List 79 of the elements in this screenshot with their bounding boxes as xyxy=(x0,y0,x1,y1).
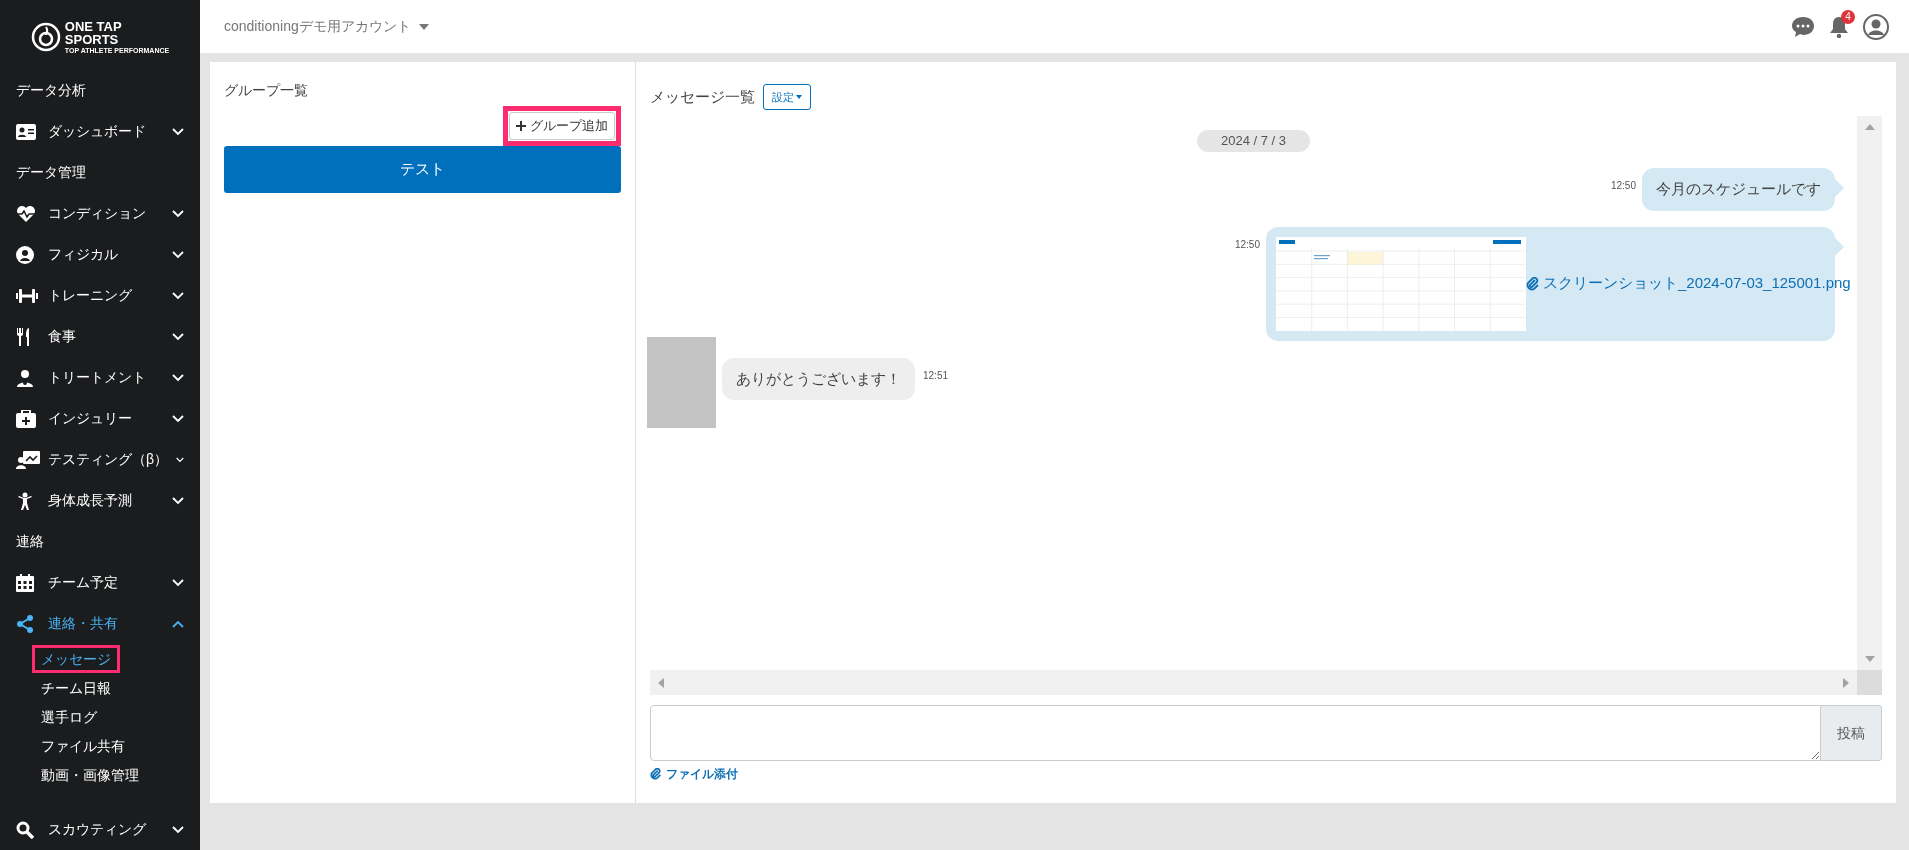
utensils-icon xyxy=(16,327,32,346)
message-time: 12:50 xyxy=(1234,237,1260,252)
arrow-down-icon[interactable] xyxy=(1864,656,1875,662)
sidebar-item[interactable]: テスティング（β） xyxy=(0,439,200,480)
post-button[interactable]: 投稿 xyxy=(1821,705,1882,761)
message-bubble: ありがとうございます！ xyxy=(722,357,915,400)
horizontal-scrollbar[interactable] xyxy=(650,670,1857,695)
message-time: 12:50 xyxy=(1610,179,1636,193)
share-icon xyxy=(16,614,34,633)
sidebar-item[interactable]: スカウティング xyxy=(0,809,200,850)
attachment-link[interactable]: スクリーンショット_2024-07-03_125001.png xyxy=(1526,272,1851,295)
sidebar-item[interactable]: トリートメント xyxy=(0,357,200,398)
chevron-down-icon xyxy=(172,578,184,587)
sidebar-item[interactable]: 連絡・共有 xyxy=(0,603,200,644)
logo-text: ONE TAP xyxy=(64,19,123,33)
chevron-down-icon xyxy=(172,127,184,136)
sidebar-item[interactable]: ダッシュボード xyxy=(0,111,200,152)
paperclip-icon xyxy=(650,768,662,780)
add-group-button[interactable]: グループ追加 xyxy=(509,112,615,140)
message-input[interactable] xyxy=(650,705,1821,761)
section-heading: データ分析 xyxy=(15,81,87,100)
submenu-item[interactable]: メッセージ xyxy=(32,644,120,673)
attach-file-link[interactable]: ファイル添付 xyxy=(650,765,738,783)
chevron-down-icon xyxy=(172,332,184,341)
id-card-icon xyxy=(16,123,36,140)
section-heading: データ管理 xyxy=(15,163,87,182)
calendar-icon xyxy=(16,573,34,592)
notification-badge: 4 xyxy=(1841,9,1855,24)
logo-icon xyxy=(30,22,61,52)
chevron-down-icon xyxy=(176,455,184,464)
paperclip-icon xyxy=(1526,276,1540,291)
scrollbar-corner xyxy=(1857,670,1882,695)
arrow-left-icon[interactable] xyxy=(658,677,664,688)
group-item[interactable]: テスト xyxy=(224,146,621,193)
chevron-down-icon xyxy=(172,373,184,382)
chevron-down-icon xyxy=(172,496,184,505)
arrow-up-icon[interactable] xyxy=(1864,124,1875,130)
caret-icon xyxy=(796,95,802,99)
chevron-down-icon xyxy=(172,291,184,300)
sidebar-item[interactable]: コンディション xyxy=(0,193,200,234)
sidebar-item[interactable]: チーム予定 xyxy=(0,562,200,603)
section-heading: 連絡 xyxy=(15,532,45,551)
panel-title: メッセージ一覧 xyxy=(650,86,755,107)
plus-icon xyxy=(516,121,526,131)
heartbeat-icon xyxy=(16,204,36,223)
sidebar-item[interactable]: インジュリー xyxy=(0,398,200,439)
medkit-icon xyxy=(16,409,36,428)
sidebar-item[interactable]: トレーニング xyxy=(0,275,200,316)
chart-board-icon xyxy=(16,450,40,469)
search-icon xyxy=(16,820,34,839)
bubble-tail-icon xyxy=(1834,178,1844,198)
sidebar-item[interactable]: フィジカル xyxy=(0,234,200,275)
logo-text: SPORTS xyxy=(64,32,120,46)
user-circle-icon xyxy=(16,245,34,264)
dumbbell-icon xyxy=(16,287,38,304)
calendar-screenshot-thumbnail[interactable] xyxy=(1276,236,1526,331)
account-dropdown[interactable]: conditioningデモ用アカウント xyxy=(224,16,429,37)
child-icon xyxy=(16,491,34,510)
submenu-item[interactable]: ファイル共有 xyxy=(32,731,134,760)
message-time: 12:51 xyxy=(923,368,949,383)
settings-dropdown[interactable]: 設定 xyxy=(763,84,811,110)
submenu-item[interactable]: 選手ログ xyxy=(32,702,106,731)
chat-icon[interactable] xyxy=(1791,15,1815,38)
chevron-down-icon xyxy=(172,209,184,218)
panel-title: グループ一覧 xyxy=(224,81,309,100)
date-pill: 2024 / 7 / 3 xyxy=(1196,130,1311,152)
vertical-scrollbar[interactable] xyxy=(1857,116,1882,670)
arrow-right-icon[interactable] xyxy=(1843,677,1849,688)
submenu-item[interactable]: チーム日報 xyxy=(32,673,120,702)
chevron-down-icon xyxy=(172,825,184,834)
sidebar-item[interactable]: 食事 xyxy=(0,316,200,357)
user-avatar-icon[interactable] xyxy=(1863,13,1889,40)
chevron-up-icon xyxy=(172,619,184,628)
sidebar-item[interactable]: 身体成長予測 xyxy=(0,480,200,521)
caret-icon xyxy=(418,23,429,30)
chevron-down-icon xyxy=(172,414,184,423)
user-medic-icon xyxy=(16,368,34,387)
submenu-item[interactable]: 動画・画像管理 xyxy=(32,760,148,789)
chevron-down-icon xyxy=(172,250,184,259)
